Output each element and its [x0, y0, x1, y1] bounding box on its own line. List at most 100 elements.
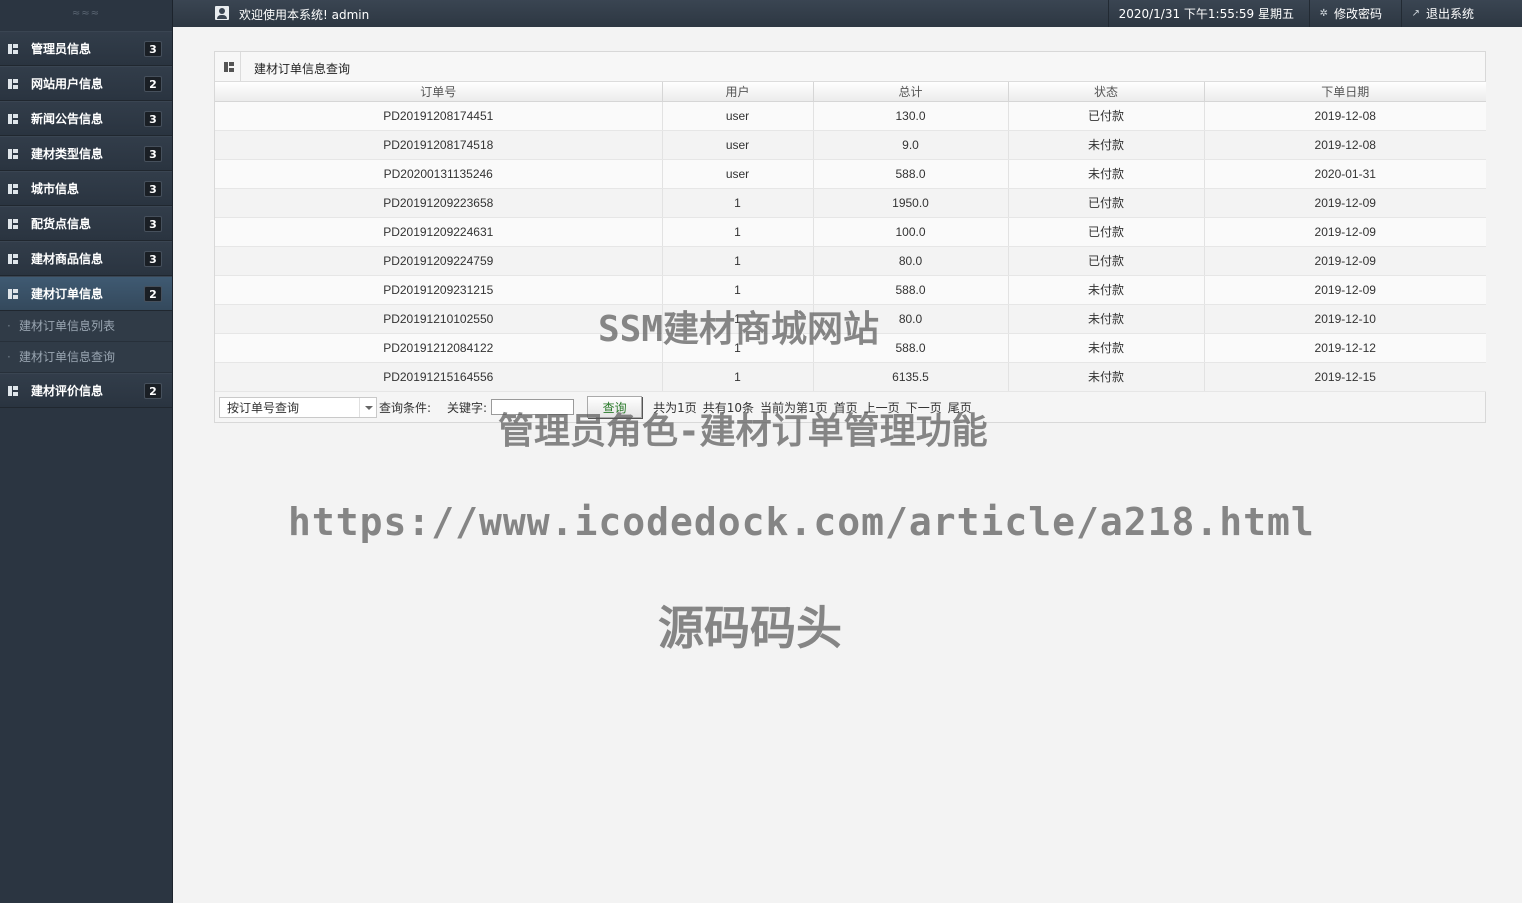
table-row[interactable]: PD20191209224631 1 100.0 已付款 2019-12-09 — [215, 217, 1486, 247]
table-header-row: 订单号 用户 总计 状态 下单日期 — [215, 82, 1486, 102]
sidebar-grip[interactable]: ≈≈≈ — [0, 0, 172, 31]
grid-icon — [8, 253, 18, 264]
table-cell: PD20191209223658 — [215, 188, 663, 218]
sidebar-subitem[interactable]: 建材订单信息列表 — [0, 311, 172, 342]
table-cell: 2019-12-09 — [1204, 246, 1486, 276]
column-header[interactable]: 订单号 — [215, 82, 663, 102]
search-field-value: 按订单号查询 — [227, 400, 300, 415]
sidebar-item[interactable]: 建材商品信息 3 — [0, 241, 172, 276]
sidebar-item[interactable]: 城市信息 3 — [0, 171, 172, 206]
table-cell: PD20191215164556 — [215, 362, 663, 392]
grid-icon — [8, 78, 18, 89]
search-field-select[interactable]: 按订单号查询 — [219, 396, 377, 418]
grid-icon — [8, 288, 18, 299]
sidebar-item-label: 建材订单信息 — [31, 287, 104, 301]
sidebar-item[interactable]: 网站用户信息 2 — [0, 66, 172, 101]
table-row[interactable]: PD20191208174451 user 130.0 已付款 2019-12-08 — [215, 101, 1486, 131]
table-cell: PD20191210102550 — [215, 304, 663, 334]
sidebar-item[interactable]: 建材评价信息 2 — [0, 373, 172, 408]
table-cell: 100.0 — [813, 217, 1009, 247]
table-cell: PD20191209231215 — [215, 275, 663, 305]
sidebar-item-label: 城市信息 — [31, 182, 80, 196]
table-cell: 未付款 — [1008, 362, 1205, 392]
order-query-panel: 建材订单信息查询 订单号 用户 总计 状态 下单日期 PD20191208174451 u… — [214, 51, 1486, 423]
watermark-brand: 源码码头 — [658, 601, 842, 655]
gear-icon: ✲ — [1319, 8, 1328, 19]
table-cell: user — [662, 159, 814, 189]
sidebar-item-label: 建材评价信息 — [31, 384, 104, 398]
count-badge: 3 — [144, 251, 162, 267]
logout-label: 退出系统 — [1425, 7, 1474, 21]
table-cell: PD20191209224631 — [215, 217, 663, 247]
table-cell: PD20200131135246 — [215, 159, 663, 189]
table-cell: 2019-12-08 — [1204, 101, 1486, 131]
table-cell: 已付款 — [1008, 217, 1205, 247]
watermark-url: https://www.icodedock.com/article/a218.h… — [288, 500, 1315, 544]
sidebar-item[interactable]: 新闻公告信息 3 — [0, 101, 172, 136]
table-cell: user — [662, 101, 814, 131]
table-cell: 2019-12-12 — [1204, 333, 1486, 363]
sidebar-item[interactable]: 配货点信息 3 — [0, 206, 172, 241]
user-icon — [215, 6, 229, 20]
change-password-link[interactable]: ✲ 修改密码 — [1308, 0, 1392, 27]
table-cell: PD20191212084122 — [215, 333, 663, 363]
count-badge: 3 — [144, 216, 162, 232]
sidebar-item[interactable]: 建材类型信息 3 — [0, 136, 172, 171]
column-header[interactable]: 状态 — [1008, 82, 1205, 102]
column-header[interactable]: 下单日期 — [1204, 82, 1486, 102]
table-cell: 6135.5 — [813, 362, 1009, 392]
count-badge: 3 — [144, 146, 162, 162]
grid-icon — [215, 52, 241, 81]
table-cell: 1 — [662, 362, 814, 392]
grid-icon — [8, 43, 18, 54]
sidebar-subitem[interactable]: 建材订单信息查询 — [0, 342, 172, 373]
table-cell: 2019-12-09 — [1204, 275, 1486, 305]
logout-link[interactable]: ↗ 退出系统 — [1400, 0, 1484, 27]
table-cell: PD20191208174518 — [215, 130, 663, 160]
chevron-down-icon — [359, 397, 376, 417]
logout-arrow-icon: ↗ — [1411, 8, 1420, 19]
table-cell: 已付款 — [1008, 246, 1205, 276]
change-password-label: 修改密码 — [1333, 7, 1382, 21]
count-badge: 2 — [144, 286, 162, 302]
table-cell: 2020-01-31 — [1204, 159, 1486, 189]
table-row[interactable]: PD20191208174518 user 9.0 未付款 2019-12-08 — [215, 130, 1486, 160]
sidebar-item-label: 新闻公告信息 — [31, 112, 104, 126]
table-cell: 130.0 — [813, 101, 1009, 131]
table-cell: 1950.0 — [813, 188, 1009, 218]
grid-icon — [8, 183, 18, 194]
column-header[interactable]: 总计 — [813, 82, 1009, 102]
table-cell: 2019-12-10 — [1204, 304, 1486, 334]
grid-icon — [8, 385, 18, 396]
table-cell: 2019-12-08 — [1204, 130, 1486, 160]
table-cell: 2019-12-09 — [1204, 217, 1486, 247]
sidebar-nav: 管理员信息 3 网站用户信息 2 新闻公告信息 3 建材类型信息 3 城市信息 3 配货点信息 3 建材… — [0, 31, 172, 408]
table-cell: 未付款 — [1008, 130, 1205, 160]
table-cell: 已付款 — [1008, 188, 1205, 218]
watermark-title: SSM建材商城网站 — [598, 309, 880, 350]
table-cell: 1 — [662, 217, 814, 247]
table-row[interactable]: PD20191215164556 1 6135.5 未付款 2019-12-15 — [215, 362, 1486, 392]
table-cell: 已付款 — [1008, 101, 1205, 131]
panel-title: 建材订单信息查询 — [254, 62, 351, 76]
sidebar-item[interactable]: 管理员信息 3 — [0, 31, 172, 66]
sidebar: ≈≈≈ 管理员信息 3 网站用户信息 2 新闻公告信息 3 建材类型信息 3 城市信息 3 配货点信… — [0, 0, 173, 903]
table-cell: 1 — [662, 246, 814, 276]
table-cell: 未付款 — [1008, 333, 1205, 363]
column-header[interactable]: 用户 — [662, 82, 814, 102]
table-cell: 588.0 — [813, 159, 1009, 189]
table-cell: 2019-12-15 — [1204, 362, 1486, 392]
table-cell: 9.0 — [813, 130, 1009, 160]
sidebar-item[interactable]: 建材订单信息 2 — [0, 276, 172, 311]
table-row[interactable]: PD20191209223658 1 1950.0 已付款 2019-12-09 — [215, 188, 1486, 218]
count-badge: 3 — [144, 41, 162, 57]
table-cell: PD20191209224759 — [215, 246, 663, 276]
table-cell: PD20191208174451 — [215, 101, 663, 131]
table-row[interactable]: PD20200131135246 user 588.0 未付款 2020-01-31 — [215, 159, 1486, 189]
sidebar-item-label: 建材商品信息 — [31, 252, 104, 266]
table-cell: 1 — [662, 188, 814, 218]
table-row[interactable]: PD20191209224759 1 80.0 已付款 2019-12-09 — [215, 246, 1486, 276]
table-cell: 未付款 — [1008, 275, 1205, 305]
table-cell: 未付款 — [1008, 304, 1205, 334]
count-badge: 3 — [144, 181, 162, 197]
